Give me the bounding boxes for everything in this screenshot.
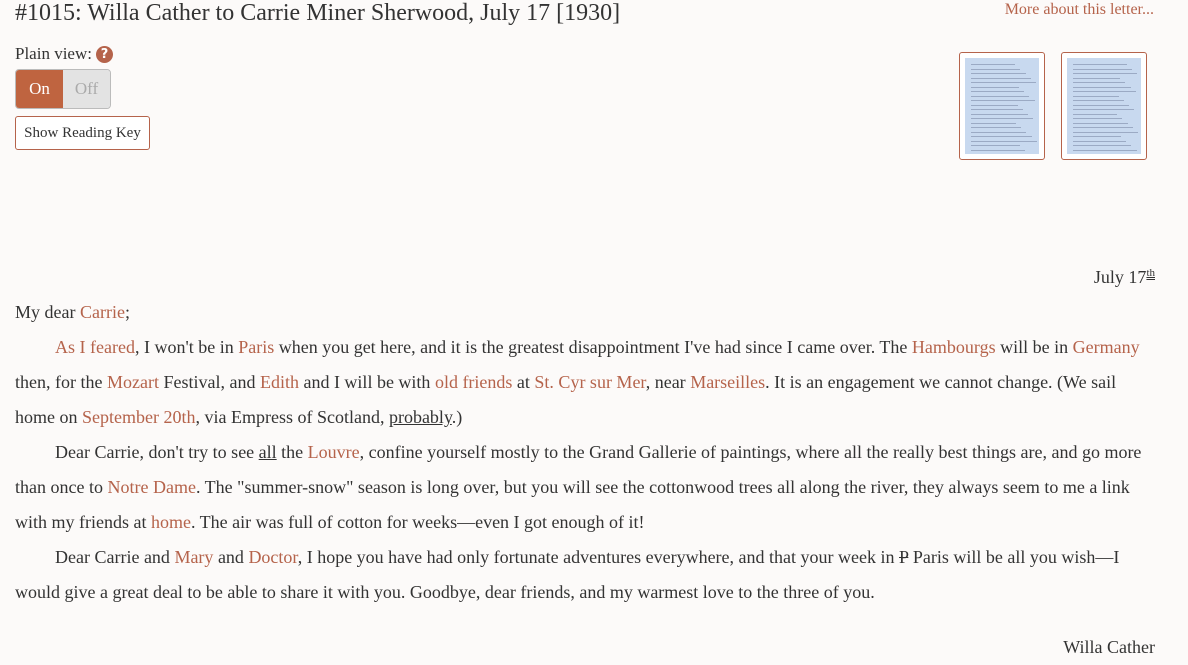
handwriting-line [970, 122, 1017, 124]
reference-link[interactable]: Notre Dame [107, 477, 195, 497]
handwriting-line [1072, 86, 1131, 88]
handwriting-line [1072, 127, 1133, 128]
signature: Willa Cather [1063, 637, 1155, 657]
reference-link[interactable]: Edith [260, 372, 299, 392]
salutation-text: My dear [15, 302, 80, 322]
help-icon[interactable]: ? [95, 45, 113, 63]
reference-link[interactable]: Germany [1073, 337, 1140, 357]
letter-text: Dear Carrie, don't try to see [55, 442, 259, 462]
reference-link[interactable]: Carrie [80, 302, 125, 322]
letter-text: at [512, 372, 535, 392]
handwriting-line [1072, 136, 1121, 137]
handwriting-line [970, 86, 1019, 88]
handwriting-line [1072, 145, 1132, 146]
handwriting-line [970, 118, 1034, 119]
handwriting-line [1072, 131, 1139, 133]
letter-text: and [213, 547, 249, 567]
reference-link[interactable]: Louvre [308, 442, 360, 462]
letter-text: .) [451, 407, 463, 427]
handwriting-line [970, 136, 1032, 137]
page-1-thumbnail[interactable] [959, 52, 1045, 160]
toggle-off-button[interactable]: Off [63, 70, 110, 108]
handwriting-line [1072, 64, 1127, 65]
handwriting-line [970, 82, 1037, 83]
salutation-punct: ; [124, 302, 130, 322]
handwriting-line [1072, 68, 1133, 70]
handwriting-line [970, 149, 1025, 151]
handwriting-line [970, 104, 1018, 106]
reference-link[interactable]: Mary [174, 547, 213, 567]
letter-title: #1015: Willa Cather to Carrie Miner Sher… [15, 0, 621, 26]
letter-text: Festival, and [158, 372, 260, 392]
letter-text: Dear Carrie and [55, 547, 175, 567]
reference-link[interactable]: Hambourgs [912, 337, 996, 357]
handwriting-line [1072, 73, 1138, 74]
underlined-text: all [258, 442, 277, 462]
handwriting-line [970, 73, 1026, 74]
struck-text: P [899, 547, 909, 567]
handwriting-line [970, 113, 1028, 115]
handwriting-line [1072, 82, 1126, 83]
paragraph-2: Dear Carrie, don't try to see all the Lo… [15, 435, 1160, 540]
reference-link[interactable]: home [151, 512, 191, 532]
reference-link[interactable]: September 20th [82, 407, 195, 427]
date-superscript: th [1146, 267, 1155, 279]
handwriting-line [970, 109, 1023, 110]
page-2-thumbnail[interactable] [1061, 52, 1147, 160]
letter-text: , I hope you have had only fortunate adv… [297, 547, 899, 567]
handwriting-line [1072, 140, 1127, 142]
handwriting-line [1072, 113, 1118, 115]
handwriting-line [970, 131, 1027, 133]
handwriting-line [1072, 100, 1124, 101]
handwriting-line [970, 95, 1030, 97]
handwriting-line [970, 91, 1025, 92]
handwriting-line [970, 145, 1020, 146]
underlined-text: probably [388, 407, 452, 427]
handwriting-line [1072, 104, 1130, 106]
reference-link[interactable]: St. Cyr sur Mer [534, 372, 645, 392]
more-about-letter-link[interactable]: More about this letter... [1005, 1, 1154, 19]
plain-view-toggle[interactable]: On Off [15, 69, 111, 109]
letter-body: July 17th My dear Carrie; As I feared, I… [15, 256, 1160, 665]
handwriting-line [970, 127, 1022, 128]
salutation: My dear Carrie; [15, 295, 1160, 330]
letter-text: , near [645, 372, 691, 392]
letter-text: , I won't be in [134, 337, 239, 357]
handwriting-line [970, 77, 1031, 79]
show-reading-key-button[interactable]: Show Reading Key [15, 116, 150, 150]
plain-view-label: Plain view: [15, 44, 92, 63]
handwriting-line [1072, 77, 1121, 79]
reference-link[interactable]: As I feared [55, 337, 135, 357]
letter-text: and I will be with [298, 372, 435, 392]
handwriting-line [1072, 95, 1119, 97]
handwriting-line [970, 68, 1021, 70]
handwriting-line [970, 140, 1037, 142]
handwriting-line [970, 100, 1035, 101]
letter-text: , via Empress of Scotland, [195, 407, 389, 427]
letter-text: . The air was full of cotton for weeks—e… [190, 512, 645, 532]
manuscript-page-image [1067, 58, 1141, 154]
reference-link[interactable]: Marseilles [690, 372, 765, 392]
letter-date: July 17th [15, 256, 1155, 295]
paragraph-1: As I feared, I won't be in Paris when yo… [15, 330, 1160, 435]
reference-link[interactable]: Doctor [248, 547, 297, 567]
handwriting-line [1072, 122, 1128, 124]
reference-link[interactable]: Mozart [107, 372, 159, 392]
reference-link[interactable]: Paris [238, 337, 274, 357]
manuscript-page-image [965, 58, 1039, 154]
handwriting-line [970, 64, 1016, 65]
paragraph-3: Dear Carrie and Mary and Doctor, I hope … [15, 540, 1160, 610]
letter-text: when you get here, and it is the greates… [274, 337, 912, 357]
handwriting-line [1072, 118, 1123, 119]
handwriting-line [1072, 149, 1137, 151]
handwriting-line [1072, 109, 1135, 110]
toggle-on-button[interactable]: On [16, 70, 63, 108]
letter-text: then, for the [15, 372, 107, 392]
handwriting-line [1072, 91, 1136, 92]
date-text: July 17 [1093, 267, 1147, 287]
plain-view-row: Plain view: ? [15, 44, 113, 64]
letter-text: the [276, 442, 308, 462]
reference-link[interactable]: old friends [435, 372, 512, 392]
letter-text: will be in [995, 337, 1073, 357]
